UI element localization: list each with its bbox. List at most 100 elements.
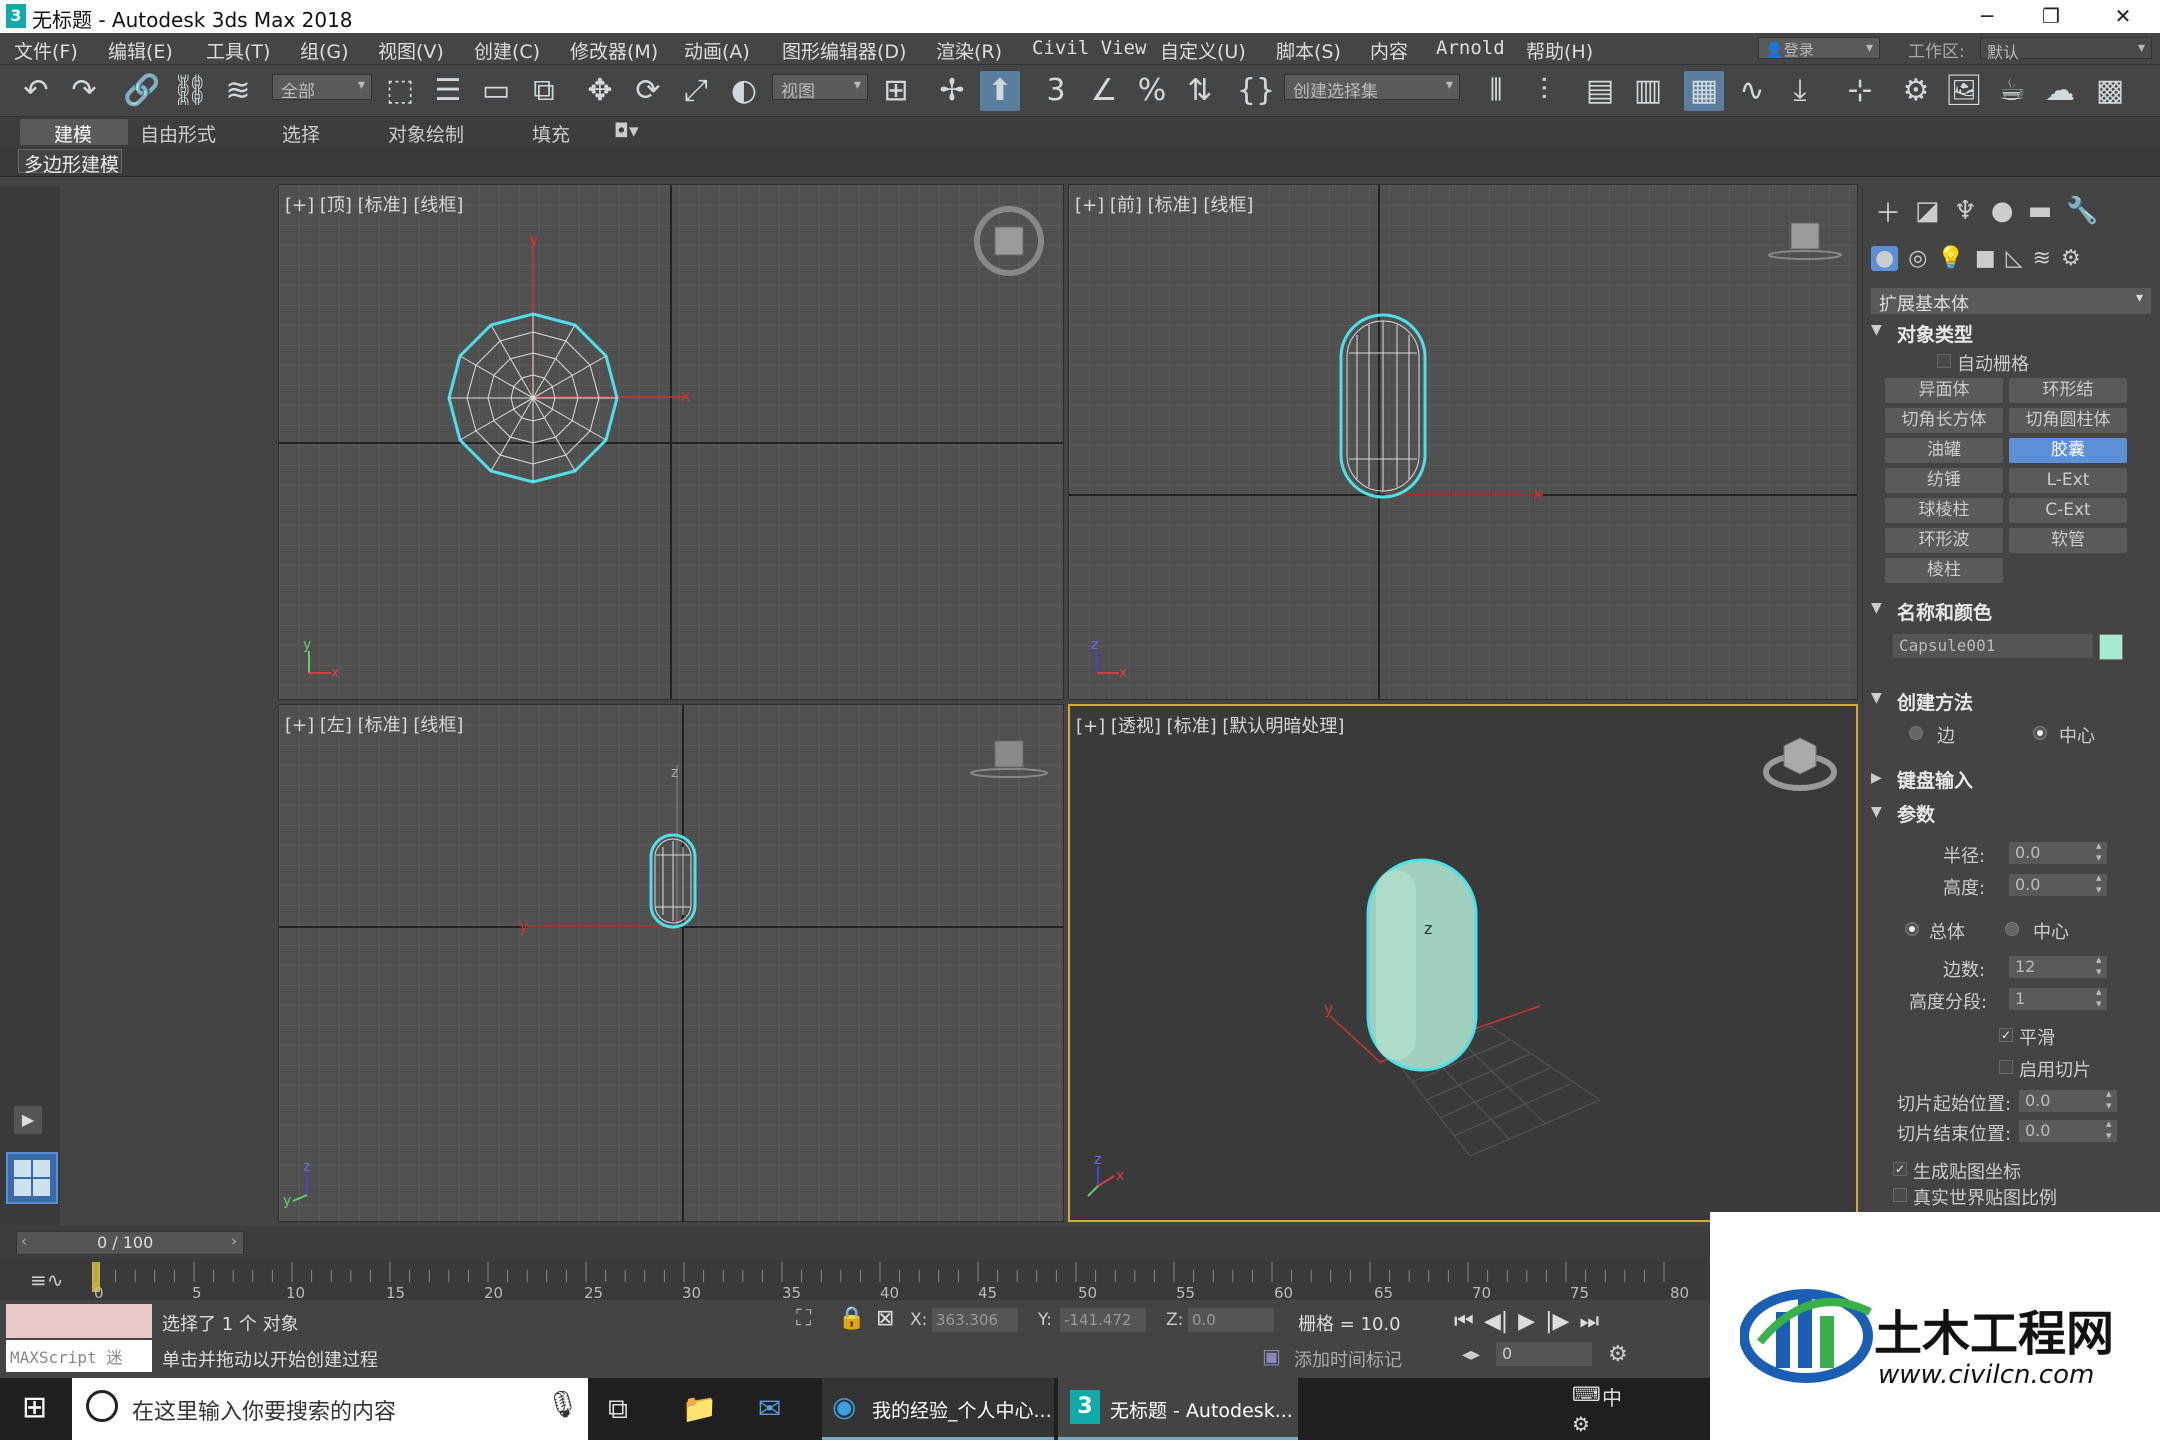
taskbar-app-3dsmax[interactable]: 3 无标题 - Autodesk... [1058,1378,1298,1440]
modify-tab-icon[interactable]: ◪ [1915,196,1940,226]
menu-group[interactable]: 组(G) [300,37,349,64]
gen-map-checkbox[interactable]: ✓ [1893,1162,1907,1176]
torus-knot-button[interactable]: 环形结 [2009,378,2127,403]
taskbar-app-browser[interactable]: ◉ 我的经验_个人中心... [822,1378,1054,1440]
isolate-selection-icon[interactable]: ⛶ [796,1306,811,1331]
parameters-header[interactable]: 参数 [1897,800,1935,827]
category-dropdown[interactable]: 扩展基本体 ▾ [1871,288,2151,315]
object-color-swatch[interactable] [2099,634,2123,660]
menu-animation[interactable]: 动画(A) [684,37,750,64]
next-frame-icon[interactable]: |▶ [1545,1309,1569,1334]
cameras-icon[interactable]: ■ [1975,246,1996,271]
taskbar-search-box[interactable]: 在这里输入你要搜索的内容 🎙 [72,1378,588,1440]
viewport-layout-icon[interactable] [6,1152,58,1204]
select-manipulate-icon[interactable]: ✢ [932,71,972,111]
prism-button[interactable]: 棱柱 [1885,558,2003,583]
spindle-button[interactable]: 纺锤 [1885,468,2003,493]
place-icon[interactable]: ◐ [724,71,764,111]
render-icon[interactable]: ☕ [1992,71,2032,111]
object-name-input[interactable]: Capsule001 [1893,634,2093,658]
menu-civil-view[interactable]: Civil View [1032,37,1146,59]
absolute-mode-icon[interactable]: ⊠ [876,1306,894,1331]
expand-arrow-icon[interactable]: ▶ [14,1106,42,1134]
spacewarps-icon[interactable]: ≋ [2033,246,2051,271]
curve-editor-mini-icon[interactable]: ≡∿ [30,1268,64,1292]
render-gallery-icon[interactable]: ▩ [2090,71,2130,111]
menu-arnold[interactable]: Arnold [1436,37,1505,59]
l-ext-button[interactable]: L-Ext [2009,468,2127,493]
time-config-icon[interactable]: ⚙ [1608,1342,1628,1367]
edit-named-sets-icon[interactable]: {} [1236,71,1276,111]
menu-modifiers[interactable]: 修改器(M) [570,37,658,64]
y-coord-field[interactable]: -141.472 [1060,1308,1146,1332]
align-icon[interactable]: ⫶ [1524,71,1564,111]
smooth-checkbox[interactable]: ✓ [1999,1028,2013,1042]
settings-gear-icon[interactable]: ⚙ [1572,1412,1590,1436]
method-edge-radio[interactable] [1909,726,1923,740]
pivot-center-icon[interactable]: ⊞ [876,71,916,111]
creation-method-header[interactable]: 创建方法 [1897,688,1973,715]
helpers-icon[interactable]: ◺ [2006,246,2023,271]
maxscript-input[interactable]: MAXScript 迷 [6,1340,152,1372]
named-selection-dropdown[interactable]: 创建选择集 ▾ [1284,74,1460,102]
tab-freeform[interactable]: 自由形式 [140,120,216,147]
bind-spacewarp-icon[interactable]: ≋ [218,71,258,111]
lights-icon[interactable]: 💡 [1937,246,1964,271]
reference-coord-dropdown[interactable]: 视图 ▾ [772,74,868,102]
mail-icon[interactable]: ✉ [758,1392,781,1425]
rect-selection-icon[interactable]: ▭ [476,71,516,111]
geometry-icon[interactable]: ● [1871,245,1899,271]
play-icon[interactable]: ▶ [1518,1309,1535,1334]
slice-from-spinner[interactable]: 0.0 [2019,1088,2117,1112]
keyboard-icon[interactable]: ⌨ [1572,1382,1601,1406]
mirror-icon[interactable]: ⫴ [1476,71,1516,111]
material-editor-icon[interactable]: ⊹ [1840,71,1880,111]
viewport-front[interactable]: [+] [前] [标准] [线框] x z x [1068,184,1858,700]
centers-radio[interactable] [2005,922,2019,936]
menu-graph-editors[interactable]: 图形编辑器(D) [782,37,906,64]
real-world-checkbox[interactable] [1893,1188,1907,1202]
microphone-icon[interactable]: 🎙 [546,1390,579,1420]
menu-help[interactable]: 帮助(H) [1526,37,1593,64]
viewport-perspective[interactable]: [+] [透视] [标准] [默认明暗处理] y z z x [1068,704,1858,1222]
gengon-button[interactable]: 球棱柱 [1885,498,2003,523]
lock-icon[interactable]: 🔒 [838,1306,865,1331]
shapes-icon[interactable]: ◎ [1908,246,1927,271]
overall-radio[interactable] [1905,922,1919,936]
scale-icon[interactable]: ⤢ [676,71,716,111]
login-dropdown[interactable]: 👤登录 ▾ [1758,37,1880,59]
task-view-icon[interactable]: ⧉ [608,1392,628,1426]
rollout-arrow-icon[interactable]: ▼ [1871,600,1882,616]
scene-explorer-icon[interactable]: ▦ [1684,71,1724,111]
move-icon[interactable]: ✥ [580,71,620,111]
curve-editor-icon[interactable]: ∿ [1732,71,1772,111]
hose-button[interactable]: 软管 [2009,528,2127,553]
menu-create[interactable]: 创建(C) [474,37,540,64]
viewport-left[interactable]: [+] [左] [标准] [线框] y z z y [278,704,1064,1222]
hierarchy-tab-icon[interactable]: ♆ [1954,196,1977,226]
menu-scripting[interactable]: 脚本(S) [1276,37,1341,64]
prev-frame-icon[interactable]: ◀| [1484,1309,1508,1334]
window-crossing-icon[interactable]: ⧉ [524,71,564,111]
rollout-arrow-icon[interactable]: ▼ [1871,804,1882,820]
spinner-snap-icon[interactable]: ⇅ [1180,71,1220,111]
ime-indicator[interactable]: 中 [1602,1382,1622,1411]
menu-content[interactable]: 内容 [1370,37,1408,64]
time-tag-icon[interactable]: ▣ [1262,1344,1281,1368]
method-center-radio[interactable] [2033,726,2047,740]
sides-spinner[interactable]: 12 [2009,954,2107,978]
menu-view[interactable]: 视图(V) [378,37,444,64]
slice-to-spinner[interactable]: 0.0 [2019,1118,2117,1142]
menu-customize[interactable]: 自定义(U) [1160,37,1246,64]
create-tab-icon[interactable]: ＋ [1875,193,1901,230]
render-cloud-icon[interactable]: ☁ [2040,71,2080,111]
height-spinner[interactable]: 0.0 [2009,872,2107,896]
systems-icon[interactable]: ⚙ [2061,246,2081,271]
selection-filter-dropdown[interactable]: 全部 ▾ [272,74,372,102]
height-segs-spinner[interactable]: 1 [2009,986,2107,1010]
rotate-icon[interactable]: ⟳ [628,71,668,111]
file-explorer-icon[interactable]: 📁 [682,1392,717,1425]
chevron-left-icon[interactable]: ‹ [21,1232,27,1250]
schematic-view-icon[interactable]: ⤓ [1780,71,1820,111]
motion-tab-icon[interactable]: ● [1991,196,2014,226]
